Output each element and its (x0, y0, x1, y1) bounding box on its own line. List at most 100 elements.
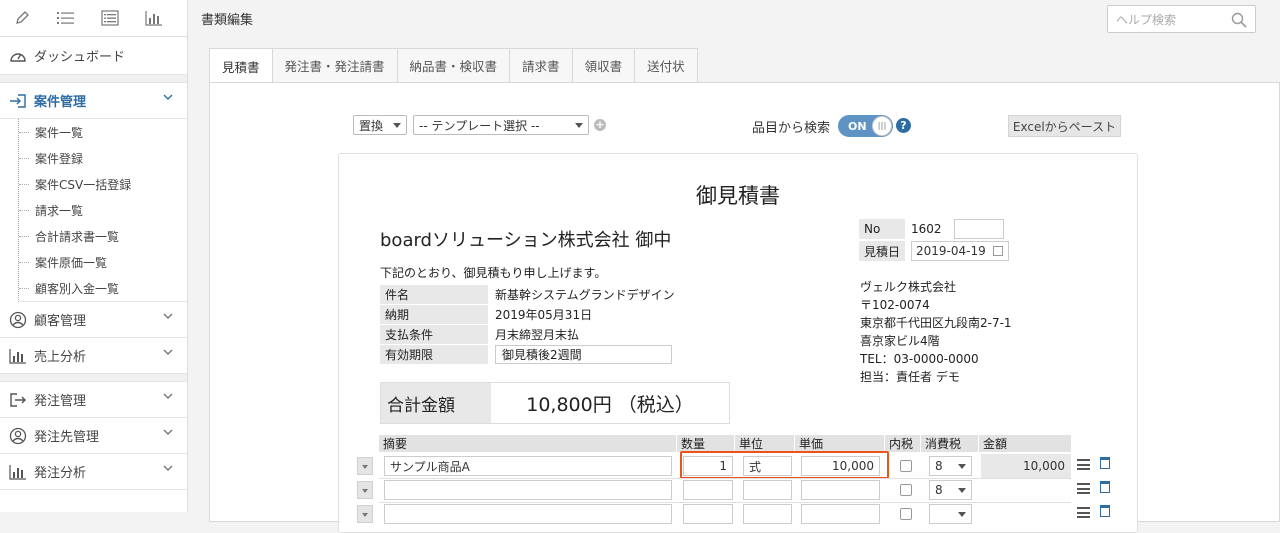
sidebar-item-project-cost[interactable]: 案件原価一覧 (19, 249, 187, 275)
row-handle-icon[interactable] (357, 505, 373, 523)
sidebar-group-projects[interactable]: 案件管理 (0, 83, 187, 119)
document-title: 御見積書 (696, 184, 780, 208)
list-box-icon[interactable] (88, 0, 132, 37)
sidebar-group-suppliers[interactable]: 発注先管理 (0, 418, 187, 454)
issuer-company[interactable]: ヴェルク株式会社 〒102-0074 東京都千代田区九段南2-7-1 喜京家ビル… (860, 278, 1012, 386)
bar-chart-icon[interactable] (132, 0, 176, 37)
unit-price-input[interactable] (801, 480, 880, 500)
info-value[interactable]: 2019年05月31日 (488, 306, 592, 323)
sidebar-group-order-analysis[interactable]: 発注分析 (0, 454, 187, 490)
info-value[interactable]: 新基幹システムグランドデザイン (488, 286, 675, 303)
sidebar-item-dashboard[interactable]: ダッシュボード (0, 37, 187, 75)
header-unit: 単位 (735, 435, 795, 452)
user-circle-icon (8, 426, 28, 446)
caret-down-icon (958, 464, 966, 469)
tax-included-checkbox[interactable] (900, 460, 912, 472)
sidebar-item-invoice-list[interactable]: 請求一覧 (19, 197, 187, 223)
estimate-info-table: 件名 新基幹システムグランドデザイン 納期 2019年05月31日 支払条件 月… (380, 284, 678, 364)
editor-controls: 置換 -- テンプレート選択 -- + 品目から検索 ON ||| ? Exce… (351, 115, 1121, 137)
help-search-input[interactable]: ヘルプ検索 (1107, 5, 1256, 33)
row-menu-icon[interactable] (1077, 507, 1090, 518)
sidebar-separator (0, 374, 187, 382)
chevron-down-icon (163, 464, 173, 475)
description-input[interactable] (384, 504, 672, 524)
table-row: 8 (357, 478, 1137, 502)
tab-invoice[interactable]: 請求書 (509, 48, 573, 82)
meta-row: 見積日 2019-04-19 (859, 240, 1009, 262)
info-label: 支払条件 (380, 324, 488, 344)
row-menu-icon[interactable] (1077, 459, 1090, 470)
item-search-toggle[interactable]: ON ||| (838, 115, 893, 137)
info-value[interactable]: 月末締翌月末払 (488, 326, 579, 343)
main-area: 書類編集 ヘルプ検索 見積書 発注書・発注請書 納品書・検収書 請求書 領収書 … (189, 0, 1280, 533)
excel-paste-button[interactable]: Excelからペースト (1008, 115, 1121, 137)
header-amount: 金額 (983, 437, 1008, 451)
pencil-icon[interactable] (0, 0, 44, 37)
replace-select[interactable]: 置換 (353, 115, 407, 135)
description-input[interactable]: サンプル商品A (384, 456, 672, 476)
header-description: 摘要 (379, 435, 677, 452)
chevron-down-icon (163, 392, 173, 403)
sidebar-subnav-projects: 案件一覧 案件登録 案件CSV一括登録 請求一覧 合計請求書一覧 案件原価一覧 … (18, 119, 187, 302)
tab-delivery-note[interactable]: 納品書・検収書 (396, 48, 511, 82)
info-row: 納期 2019年05月31日 (380, 304, 678, 324)
header-tax-included: 内税 (885, 435, 921, 452)
row-handle-icon[interactable] (357, 481, 373, 499)
unit-input[interactable] (743, 480, 792, 500)
tab-estimate[interactable]: 見積書 (209, 48, 273, 83)
tax-rate-select[interactable]: 8 (929, 480, 972, 500)
toggle-state: ON (848, 119, 867, 133)
chevron-down-icon (163, 348, 173, 359)
tax-included-checkbox[interactable] (900, 508, 912, 520)
row-menu-icon[interactable] (1077, 483, 1090, 494)
header-quantity: 数量 (677, 435, 735, 452)
client-name[interactable]: boardソリューション株式会社 御中 (380, 226, 671, 252)
sidebar-item-project-list[interactable]: 案件一覧 (19, 119, 187, 145)
validity-input[interactable]: 御見積後2週間 (495, 344, 672, 364)
info-label: 件名 (380, 284, 488, 304)
sidebar-item-project-csv[interactable]: 案件CSV一括登録 (19, 171, 187, 197)
sidebar-group-orders[interactable]: 発注管理 (0, 382, 187, 418)
caret-down-icon (958, 488, 966, 493)
row-handle-icon[interactable] (357, 457, 373, 475)
tax-rate-select[interactable] (929, 504, 972, 524)
sidebar-group-sales-analysis[interactable]: 売上分析 (0, 338, 187, 374)
description-input[interactable] (384, 480, 672, 500)
sidebar-group-label: 発注先管理 (34, 430, 100, 445)
list-icon[interactable] (44, 0, 88, 37)
quantity-input[interactable] (683, 480, 733, 500)
sidebar-item-combined-invoice[interactable]: 合計請求書一覧 (19, 223, 187, 249)
tab-purchase-order[interactable]: 発注書・発注請書 (271, 48, 398, 82)
sidebar-item-customer-payments[interactable]: 顧客別入金一覧 (19, 275, 187, 301)
info-row: 支払条件 月末締翌月末払 (380, 324, 678, 344)
unit-input[interactable] (743, 504, 792, 524)
tax-included-checkbox[interactable] (900, 484, 912, 496)
search-icon[interactable] (1231, 12, 1247, 31)
sidebar-group-customers[interactable]: 顧客管理 (0, 302, 187, 338)
quantity-input[interactable] (683, 504, 733, 524)
tax-rate-value: 8 (935, 459, 943, 473)
trash-icon[interactable] (1100, 481, 1110, 493)
help-icon[interactable]: ? (896, 118, 911, 133)
no-suffix-input[interactable] (953, 219, 1004, 239)
add-template-icon[interactable]: + (594, 119, 606, 131)
sign-in-icon (8, 91, 28, 111)
item-search-label: 品目から検索 (752, 121, 831, 136)
dashboard-gauge-icon (8, 46, 28, 66)
trash-icon[interactable] (1100, 505, 1110, 517)
page-header: 書類編集 ヘルプ検索 (189, 0, 1280, 37)
header-unit-price: 単価 (795, 435, 885, 452)
info-row: 件名 新基幹システムグランドデザイン (380, 284, 678, 304)
unit-price-input[interactable] (801, 504, 880, 524)
tax-rate-select[interactable]: 8 (929, 456, 972, 476)
sidebar: ダッシュボード 案件管理 案件一覧 案件登録 案件CSV一括登録 請求一覧 合計… (0, 0, 188, 512)
calendar-icon[interactable] (993, 246, 1003, 256)
sidebar-separator (0, 75, 187, 83)
caret-down-icon (393, 123, 401, 128)
trash-icon[interactable] (1100, 457, 1110, 469)
tab-cover-letter[interactable]: 送付状 (634, 48, 698, 82)
sidebar-item-project-create[interactable]: 案件登録 (19, 145, 187, 171)
tab-receipt[interactable]: 領収書 (571, 48, 636, 82)
template-select[interactable]: -- テンプレート選択 -- (413, 115, 589, 135)
estimate-date-input[interactable]: 2019-04-19 (911, 241, 1009, 261)
